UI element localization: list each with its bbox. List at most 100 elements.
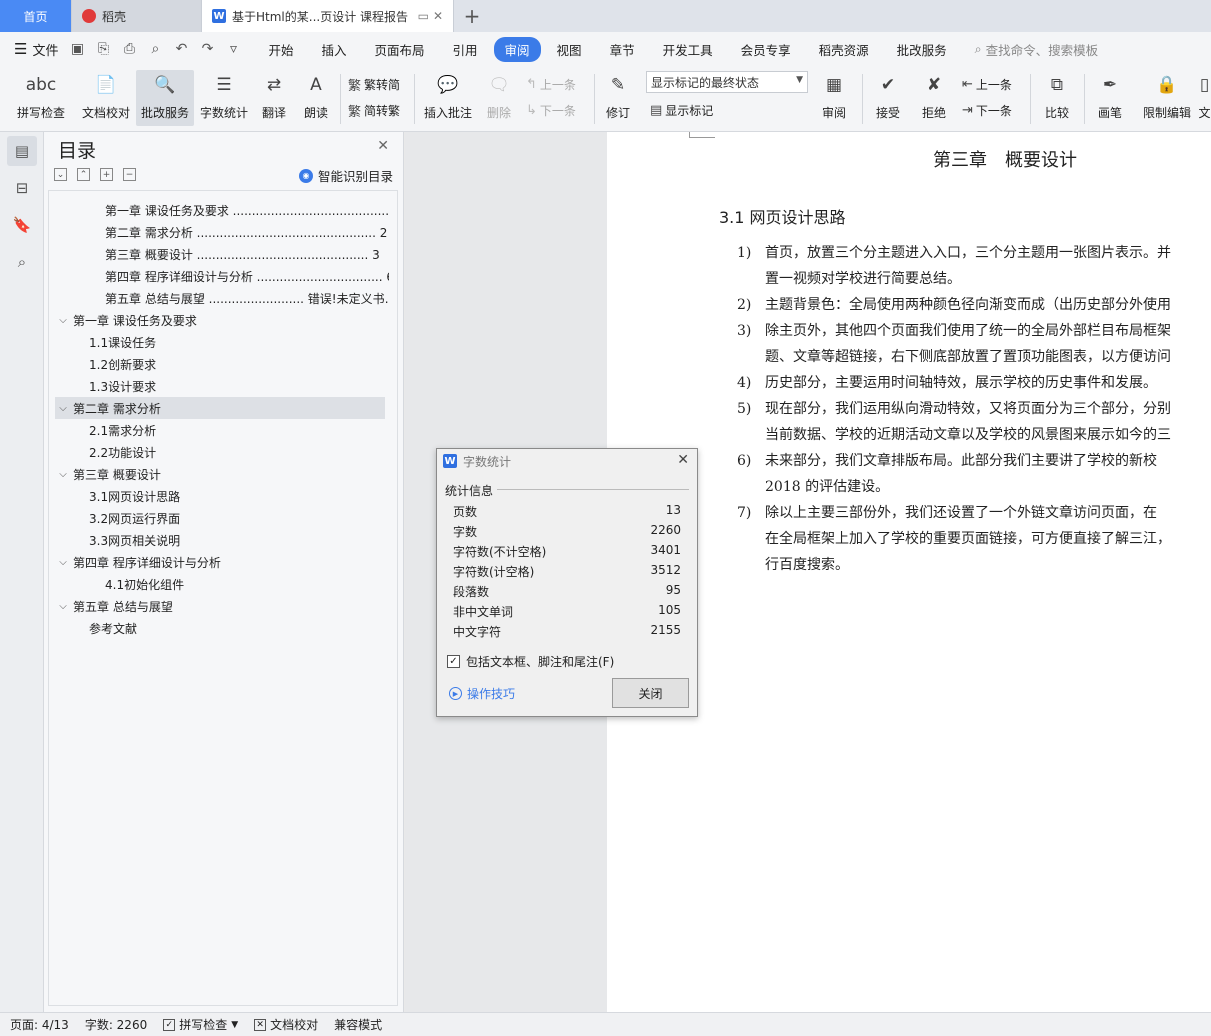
menu-tab-8[interactable]: 会员专享 [729,37,803,62]
toc-item[interactable]: 1.2创新要求 [89,353,389,375]
spell-check-button[interactable]: abc 拼写检查 [10,70,72,126]
show-markup-button[interactable]: ▤ 显示标记 [650,98,713,122]
toc-item[interactable]: 4.1初始化组件 [105,573,389,595]
new-tab-button[interactable]: + [454,0,490,32]
toc-item[interactable]: 2.2功能设计 [89,441,389,463]
print-icon[interactable]: ⎙ [120,41,138,57]
menu-tab-4[interactable]: 审阅 [493,36,541,62]
customize-chevron-icon[interactable]: ▿ [224,41,242,57]
chevron-down-icon[interactable]: ⌵ [55,557,71,568]
tab-document[interactable]: W 基于Html的某...页设计 课程报告 ▭ ✕ [202,0,454,32]
close-button[interactable]: 关闭 [612,678,689,708]
menu-tab-0[interactable]: 开始 [256,37,305,62]
undo-icon[interactable]: ↶ [172,41,190,57]
chevron-down-icon[interactable]: ⌵ [55,403,71,414]
chevron-down-icon[interactable]: ⌵ [55,601,71,612]
doc-proof-button[interactable]: 📄 文档校对 [78,70,134,126]
menu-tab-7[interactable]: 开发工具 [651,37,725,62]
collapse-all-icon[interactable]: ⌃ [77,168,90,181]
stat-value: 13 [665,503,681,517]
stat-value: 3401 [650,543,681,557]
toc-item[interactable]: 第一章 课设任务及要求 ............................… [105,199,389,221]
pen-button[interactable]: ✒ 画笔 [1090,70,1130,126]
markup-state-select[interactable]: 显示标记的最终状态 ▼ [646,71,808,93]
trad-to-simp-button[interactable]: 繁繁转简 [348,72,400,96]
checkbox-icon: ✓ [163,1018,176,1031]
review-pane-button[interactable]: ▦ 审阅 [814,70,854,126]
restrict-edit-button[interactable]: 🔒 限制编辑 [1138,70,1196,126]
track-changes-button[interactable]: ✎ 修订 [600,70,636,126]
tab-daoke[interactable]: 稻壳 [72,0,202,32]
spell-check-status[interactable]: ✓ 拼写检查 ▼ [163,1016,238,1033]
toc-item[interactable]: 1.3设计要求 [89,375,389,397]
toc-item[interactable]: 3.1网页设计思路 [89,485,389,507]
close-icon[interactable]: ✕ [377,138,389,154]
toc-item[interactable]: 3.2网页运行界面 [89,507,389,529]
chapter-nav-icon[interactable]: ⊟ [7,173,37,203]
reject-icon: ✘ [926,75,942,95]
toc-item[interactable]: ⌵ 第五章 总结与展望 [55,595,385,617]
toc-item-label: 第四章 程序详细设计与分析 ..........................… [105,269,389,284]
menu-tab-3[interactable]: 引用 [441,37,490,62]
next-comment-button[interactable]: ↳ 下一条 [526,98,576,122]
translate-button[interactable]: ⇄ 翻译 [254,70,294,126]
smart-toc-button[interactable]: ◉ 智能识别目录 [298,166,393,185]
menu-tab-2[interactable]: 页面布局 [363,37,437,62]
menu-tab-10[interactable]: 批改服务 [885,37,959,62]
correction-service-button[interactable]: 🔍 批改服务 [136,70,194,126]
print-preview-icon[interactable]: ⌕ [146,41,164,57]
delete-comment-button[interactable]: 🗨 删除 [480,70,518,126]
toc-item[interactable]: 2.1需求分析 [89,419,389,441]
menu-tab-9[interactable]: 稻壳资源 [807,37,881,62]
prev-comment-button[interactable]: ↰ 上一条 [526,72,576,96]
toc-item[interactable]: 3.3网页相关说明 [89,529,389,551]
doc-proof-status[interactable]: ✕ 文档校对 [254,1016,318,1033]
toc-item[interactable]: 第四章 程序详细设计与分析 ..........................… [105,265,389,287]
toc-item[interactable]: ⌵ 第二章 需求分析 [55,397,385,419]
search-icon[interactable]: ⌕ [7,247,37,277]
text-line: 2018 的评估建设。 [737,474,1157,500]
accept-button[interactable]: ✔ 接受 [868,70,908,126]
read-aloud-button[interactable]: A 朗读 [298,70,334,126]
redo-icon[interactable]: ↷ [198,41,216,57]
insert-comment-button[interactable]: 💬 插入批注 [420,70,476,126]
menu-tab-6[interactable]: 章节 [598,37,647,62]
chevron-down-icon[interactable]: ⌵ [55,315,71,326]
command-search[interactable]: ⌕ 查找命令、搜索模板 [975,40,1099,59]
toc-item[interactable]: ⌵ 第四章 程序详细设计与分析 [55,551,385,573]
toc-pane-icon[interactable]: ▤ [7,136,37,166]
word-count-button[interactable]: ☰ 字数统计 [196,70,252,126]
toc-item[interactable]: ⌵ 第三章 概要设计 [55,463,385,485]
tab-home[interactable]: 首页 [0,0,72,32]
close-tab-icon[interactable]: ✕ [433,9,443,23]
toc-item[interactable]: 第二章 需求分析 ...............................… [105,221,389,243]
remove-heading-icon[interactable]: − [123,168,136,181]
menu-tab-5[interactable]: 视图 [545,37,594,62]
next-change-button[interactable]: ⇥ 下一条 [962,98,1012,122]
bookmark-icon[interactable]: 🔖 [7,210,37,240]
page-indicator[interactable]: 页面: 4/13 [10,1016,69,1033]
file-menu[interactable]: ☰ 文件 [14,40,58,59]
chevron-down-icon[interactable]: ⌵ [55,469,71,480]
screen-icon[interactable]: ▭ [418,9,429,23]
prev-change-button[interactable]: ⇤ 上一条 [962,72,1012,96]
stat-row: 字数 2260 [453,521,681,541]
toc-item[interactable]: 第三章 概要设计 ...............................… [105,243,389,265]
toc-item[interactable]: 第五章 总结与展望 ......................... 错误!未… [105,287,389,309]
expand-all-icon[interactable]: ⌄ [54,168,67,181]
word-count-indicator[interactable]: 字数: 2260 [85,1016,147,1033]
compare-button[interactable]: ⧉ 比较 [1036,70,1078,126]
toc-item[interactable]: ⌵ 第一章 课设任务及要求 [55,309,385,331]
add-heading-icon[interactable]: + [100,168,113,181]
toc-item[interactable]: 参考文献 [89,617,389,639]
dialog-close-icon[interactable]: ✕ [677,452,689,468]
tips-link[interactable]: ▶ 操作技巧 [449,685,515,702]
save-icon[interactable]: ▣ [68,41,86,57]
document-permission-button[interactable]: ▯ 文 [1198,70,1211,126]
export-icon[interactable]: ⎘ [94,41,112,57]
include-textbox-checkbox[interactable]: ✓ 包括文本框、脚注和尾注(F) [447,653,614,670]
reject-button[interactable]: ✘ 拒绝 [914,70,954,126]
menu-tab-1[interactable]: 插入 [309,37,358,62]
simp-to-trad-button[interactable]: 繁简转繁 [348,98,400,122]
toc-item[interactable]: 1.1课设任务 [89,331,389,353]
